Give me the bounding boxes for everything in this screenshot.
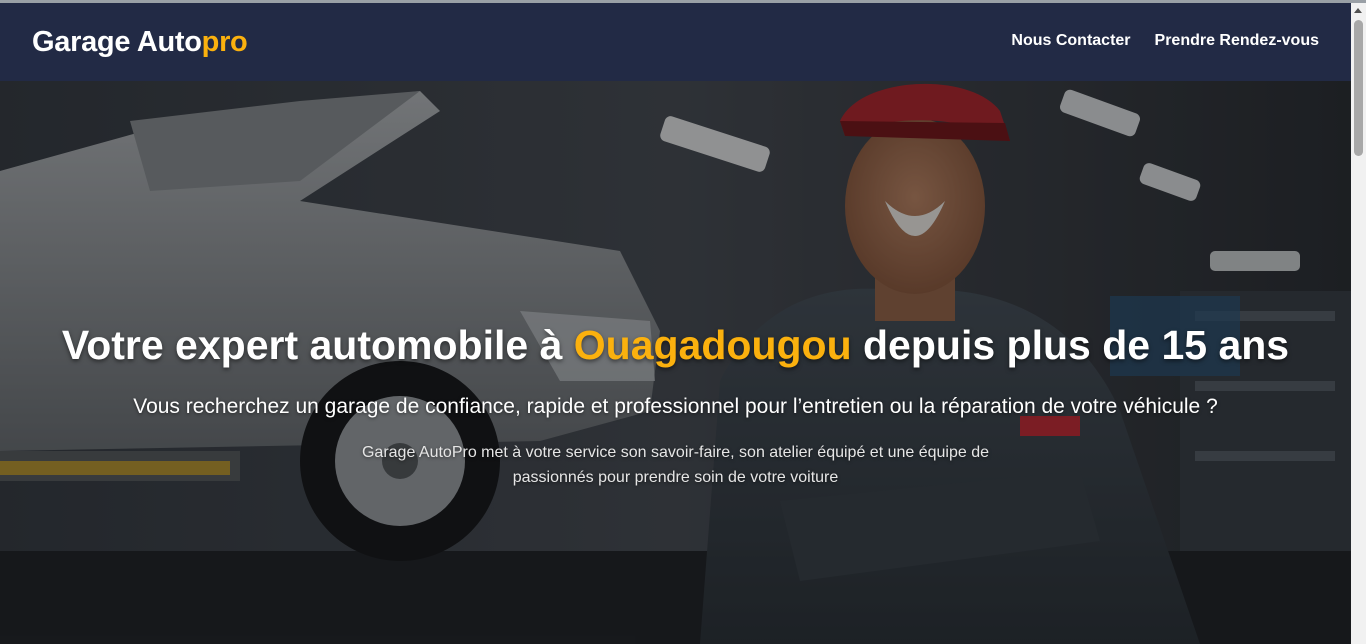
hero-content: Votre expert automobile à Ouagadougou de… bbox=[0, 81, 1351, 644]
nav-links: Nous Contacter Prendre Rendez-vous bbox=[1011, 31, 1319, 51]
hero-title: Votre expert automobile à Ouagadougou de… bbox=[0, 321, 1351, 369]
hero-description: Garage AutoPro met à votre service son s… bbox=[361, 444, 990, 486]
brand-accent-text: pro bbox=[201, 26, 248, 58]
hero-title-accent: Ouagadougou bbox=[573, 322, 852, 368]
hero-section: Votre expert automobile à Ouagadougou de… bbox=[0, 81, 1351, 644]
nav-link-contact[interactable]: Nous Contacter bbox=[1011, 31, 1130, 51]
hero-subtitle: Vous recherchez un garage de confiance, … bbox=[133, 395, 1218, 418]
brand-logo[interactable]: Garage Autopro bbox=[32, 25, 248, 59]
scroll-up-arrow-icon[interactable] bbox=[1354, 8, 1362, 13]
scrollbar-thumb[interactable] bbox=[1354, 20, 1363, 156]
hero-title-before: Votre expert automobile à bbox=[61, 322, 574, 368]
nav-link-appointment[interactable]: Prendre Rendez-vous bbox=[1155, 31, 1319, 51]
navbar: Garage Autopro Nous Contacter Prendre Re… bbox=[0, 3, 1351, 81]
hero-title-after: depuis plus de 15 ans bbox=[851, 322, 1290, 368]
vertical-scrollbar[interactable] bbox=[1351, 3, 1366, 644]
brand-main-text: Garage Auto bbox=[32, 26, 202, 58]
